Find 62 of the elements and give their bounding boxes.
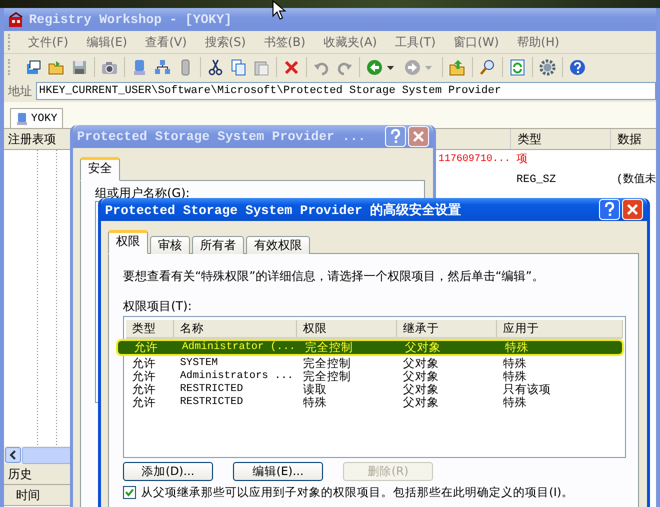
help-icon[interactable] — [569, 58, 586, 76]
dialog-tab[interactable]: 审核 — [150, 236, 190, 254]
inherit-checkbox[interactable] — [123, 486, 136, 499]
column-header[interactable]: 数据 — [610, 129, 656, 149]
list-row[interactable]: 允许 SYSTEM 完全控制 父对象 特殊 — [124, 357, 625, 370]
type-cell-text: REG_SZ — [515, 173, 557, 188]
window-title: Registry Workshop - [YOKY] — [29, 12, 233, 27]
address-field[interactable]: HKEY_CURRENT_USER\Software\Microsoft\Protected Storage System Provider — [36, 82, 656, 100]
menu-item[interactable]: 编辑(E) — [77, 34, 136, 50]
network-icon[interactable] — [154, 58, 171, 76]
list-cell-text: 117609710... — [437, 153, 510, 167]
dialog-button[interactable]: 编辑(E)... — [233, 462, 323, 481]
column-header[interactable]: 名称 — [174, 320, 297, 337]
magnifier-icon[interactable] — [479, 58, 496, 76]
menu-item[interactable]: 查看(V) — [136, 34, 196, 50]
folder-icon[interactable] — [48, 58, 65, 76]
menu-item[interactable]: 搜索(S) — [196, 34, 255, 50]
data-cell-text: (数值未 — [615, 172, 656, 188]
menu-item[interactable]: 帮助(H) — [508, 34, 568, 50]
menu-item[interactable]: 书签(B) — [254, 34, 314, 50]
computer-icon[interactable] — [131, 58, 148, 76]
dialog-tab[interactable]: 权限 — [108, 230, 148, 254]
menu-item[interactable]: 收藏夹(A) — [314, 34, 386, 50]
help-button[interactable] — [599, 199, 620, 220]
list-row[interactable]: 允许 Administrator (... 完全控制 父对象 特殊 — [118, 341, 622, 354]
computer-icon — [16, 112, 28, 126]
column-header[interactable]: 类型 — [126, 320, 174, 337]
list-row[interactable]: 允许 Administrators ... 完全控制 父对象 特殊 — [124, 370, 625, 383]
app-icon — [8, 12, 24, 28]
column-header[interactable]: 类型 — [510, 129, 610, 149]
column-header[interactable]: 继承于 — [397, 320, 497, 337]
copy-icon[interactable] — [230, 58, 247, 76]
refresh-icon[interactable] — [509, 58, 526, 76]
menu-item[interactable]: 工具(T) — [386, 34, 445, 50]
dialog-tab[interactable]: 所有者 — [192, 236, 244, 254]
list-row[interactable]: 允许 RESTRICTED 读取 父对象 只有该项 — [124, 383, 625, 396]
dialog-tab[interactable]: 安全 — [80, 157, 120, 181]
column-header[interactable]: 应用于 — [497, 320, 623, 337]
dialog-tab[interactable]: 有效权限 — [246, 236, 310, 254]
menu-item[interactable]: 文件(F) — [19, 34, 78, 50]
paste-icon[interactable] — [253, 58, 270, 76]
close-button[interactable] — [622, 199, 643, 220]
document-tab[interactable]: YOKY — [10, 108, 64, 128]
cut-icon[interactable] — [207, 58, 224, 76]
dialog-title: Protected Storage System Provider 的高级安全设置 — [105, 202, 462, 218]
checkmark-icon — [125, 488, 134, 497]
folder-up-icon[interactable] — [449, 58, 466, 76]
list-label: 权限项目(T): — [123, 298, 193, 314]
dialog-button[interactable]: 添加(D)... — [123, 462, 213, 481]
type-cell-text: 项 — [515, 152, 528, 168]
menu-item[interactable]: 窗口(W) — [444, 34, 508, 50]
group-label: 组或用户名称(G): — [95, 185, 191, 201]
delete-icon[interactable] — [283, 58, 300, 76]
scroll-left-button[interactable] — [5, 447, 21, 463]
address-label: 地址 — [8, 82, 32, 100]
column-header[interactable]: 权限 — [297, 320, 397, 337]
settings-icon[interactable] — [539, 58, 556, 76]
checkbox-label: 从父项继承那些可以应用到子对象的权限项目。包括那些在此明确定义的项目(I)。 — [141, 485, 574, 500]
info-text: 要想查看有关“特殊权限”的详细信息，请选择一个权限项目，然后单击“编辑”。 — [123, 268, 545, 284]
export-icon[interactable] — [25, 58, 42, 76]
mouse-cursor-icon — [272, 0, 286, 20]
list-row[interactable]: 允许 RESTRICTED 特殊 父对象 特殊 — [124, 396, 625, 409]
